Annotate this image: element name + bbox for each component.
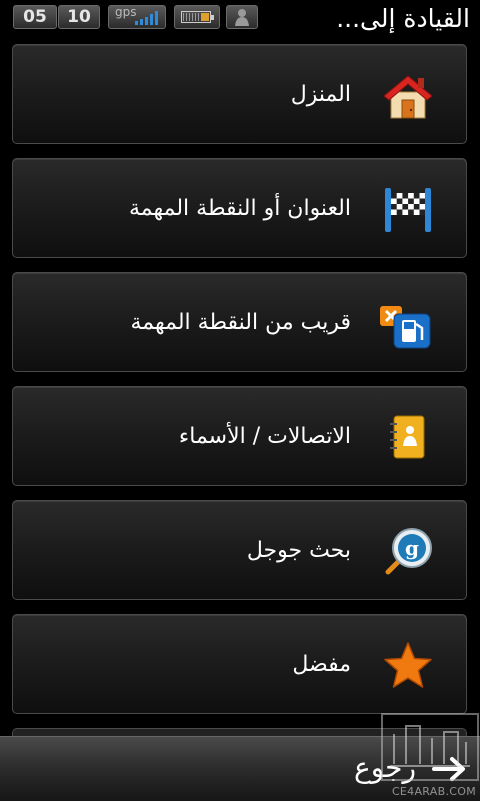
menu-item-label: مفضل <box>292 652 351 677</box>
home-icon <box>383 75 433 119</box>
menu-item-label: بحث جوجل <box>246 538 351 563</box>
menu-item-label: المنزل <box>290 82 351 107</box>
menu-item-home[interactable]: المنزل <box>12 44 467 144</box>
menu-item-address-poi[interactable]: العنوان أو النقطة المهمة <box>12 158 467 258</box>
menu-item-near-poi[interactable]: قريب من النقطة المهمة <box>12 272 467 372</box>
menu-item-label: قريب من النقطة المهمة <box>130 310 351 335</box>
clock-hour: 05 <box>13 5 57 29</box>
battery-indicator <box>174 5 220 29</box>
star-icon <box>384 642 432 688</box>
gps-signal-indicator: gps <box>108 5 166 29</box>
gps-label: gps <box>115 5 137 19</box>
contacts-book-icon <box>390 415 425 459</box>
person-icon <box>235 9 249 26</box>
svg-text:g: g <box>405 536 419 560</box>
status-bar: 05 10 gps القيادة إلى... <box>0 0 480 36</box>
watermark-logo: CE4ARAB.COM <box>380 712 480 800</box>
watermark-icon <box>381 713 479 781</box>
page-title: القيادة إلى... <box>336 4 470 33</box>
menu-item-contacts[interactable]: الاتصالات / الأسماء <box>12 386 467 486</box>
google-search-icon: g <box>385 528 432 575</box>
menu-item-label: العنوان أو النقطة المهمة <box>128 196 351 221</box>
user-status-button[interactable] <box>226 5 258 29</box>
menu-item-google-search[interactable]: بحث جوجل g <box>12 500 467 600</box>
watermark-text: CE4ARAB.COM <box>391 785 476 798</box>
battery-icon <box>181 11 214 23</box>
gas-station-icon <box>380 306 431 349</box>
clock-minute: 10 <box>58 5 100 29</box>
menu-item-label: الاتصالات / الأسماء <box>178 424 351 449</box>
menu-item-favorites[interactable]: مفضل <box>12 614 467 714</box>
checkered-flag-icon <box>385 188 431 232</box>
